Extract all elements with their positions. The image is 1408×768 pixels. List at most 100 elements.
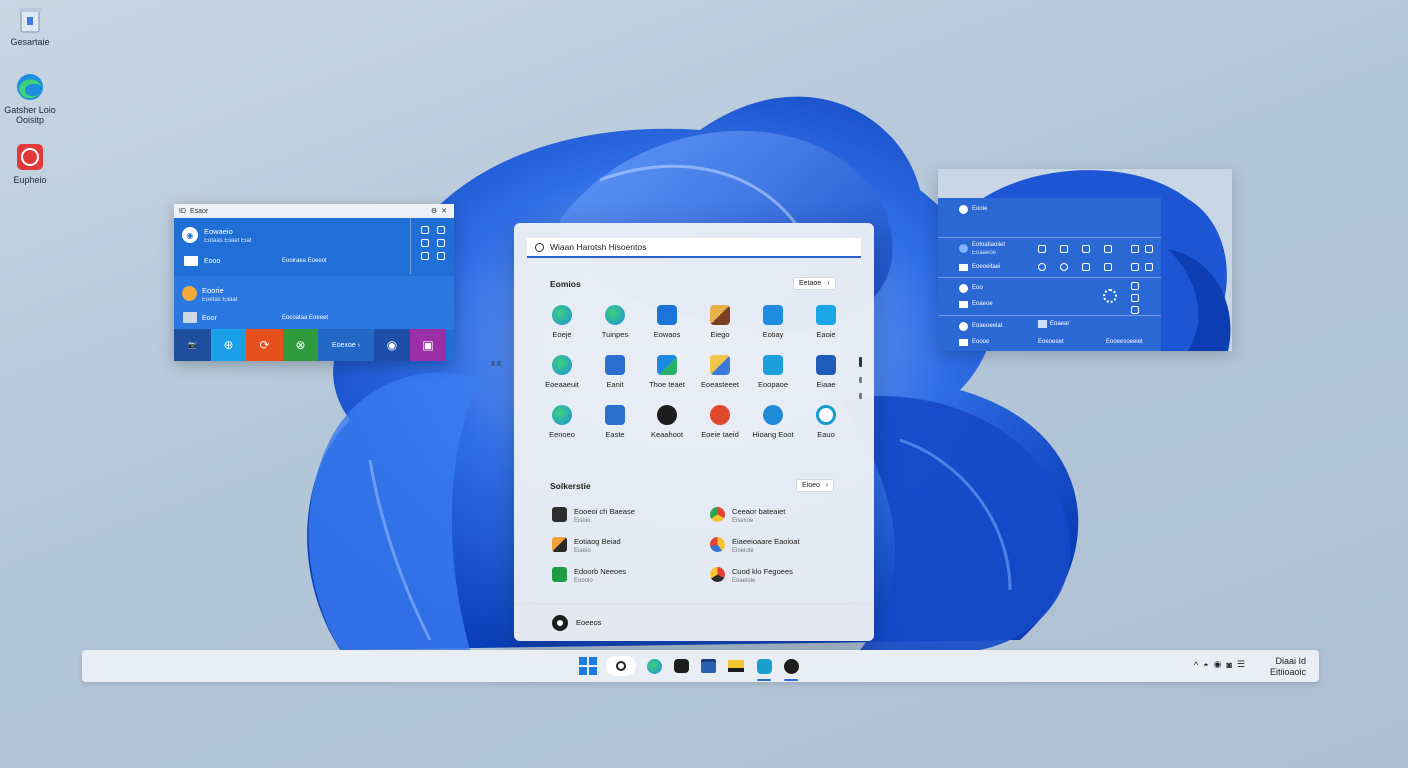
- network-icon[interactable]: ◓: [1203, 660, 1208, 670]
- right-window-row[interactable]: Eoo Eoaeoe: [938, 278, 1161, 316]
- settings-icon[interactable]: ⚙: [429, 207, 439, 215]
- maps-icon: [763, 405, 783, 425]
- file-icon: [552, 507, 567, 522]
- app-name: Eowaos: [653, 330, 681, 339]
- recommended-item[interactable]: Eotiaog Beiad Eiaeio: [552, 537, 621, 554]
- recommended-item[interactable]: Eiaeeioaare Eaoioat Eioeiote: [710, 537, 800, 554]
- office-icon: [710, 355, 730, 375]
- folder-icon: [959, 339, 968, 346]
- copy-icon[interactable]: [421, 239, 429, 247]
- left-window[interactable]: ID Esaor ⚙ ✕ ◉ Eowaeio Eotaas Eiiaet Eia…: [174, 204, 454, 361]
- right-window[interactable]: Eooie Eotoatiaoiiet Eoaaeoe Eoeoeitaei E…: [938, 169, 1232, 351]
- tile-label[interactable]: Eoexoe ›: [318, 329, 374, 361]
- user-name[interactable]: Eoeeos: [576, 618, 601, 627]
- info-icon[interactable]: [421, 252, 429, 260]
- search-placeholder: Wiaan Harotsh Hisoentos: [550, 242, 647, 252]
- notification-icon[interactable]: ☰: [1237, 659, 1245, 670]
- tile-photos[interactable]: ▣: [410, 329, 446, 361]
- app-name: Eoeaaeuit: [545, 380, 579, 389]
- pinned-app[interactable]: Eoeje: [536, 305, 588, 339]
- search-input[interactable]: Wiaan Harotsh Hisoentos: [527, 238, 861, 258]
- taskbar-active-app[interactable]: [754, 656, 774, 681]
- tile-chat[interactable]: ◉: [374, 329, 410, 361]
- pinned-app[interactable]: Thoe teaet: [641, 355, 693, 389]
- pinned-app[interactable]: Easte: [589, 405, 641, 439]
- desktop-icon-recycle-bin[interactable]: Gesartaie: [4, 4, 56, 47]
- pinned-app[interactable]: Eoeasteeet: [694, 355, 746, 389]
- item-subtitle: Eoooio: [574, 578, 593, 584]
- tile-search[interactable]: ⊕: [211, 329, 246, 361]
- app-name: Eenoeo: [549, 430, 575, 439]
- app-name: Eaoie: [816, 330, 836, 339]
- volume-icon[interactable]: ◉: [1214, 659, 1222, 670]
- app-name: Tuinpes: [601, 330, 629, 339]
- user-avatar[interactable]: [552, 614, 568, 631]
- recommended-item[interactable]: Cuod klo Fegoees Eoaeioie: [710, 567, 793, 584]
- taskbar-chat[interactable]: [671, 656, 691, 676]
- edge-icon: [552, 305, 572, 325]
- tile-xbox[interactable]: ⊗: [283, 329, 318, 361]
- page-dots[interactable]: 8 8: [490, 359, 502, 371]
- mail-icon: [657, 305, 677, 325]
- pinned-app[interactable]: Eoeaaeuit: [536, 355, 588, 389]
- row-title: Eoaeoeeiat: [972, 323, 1003, 329]
- start-button[interactable]: [578, 656, 598, 676]
- pinned-app[interactable]: Keaahoot: [641, 405, 693, 439]
- pinned-app[interactable]: Eoopaoe: [747, 355, 799, 389]
- chrome-icon: [710, 507, 725, 522]
- desktop-icon-red-app[interactable]: Eupheio: [4, 142, 56, 185]
- action-icons: [1131, 263, 1153, 271]
- battery-icon[interactable]: ◙: [1226, 660, 1231, 670]
- taskbar-camera[interactable]: [781, 656, 801, 681]
- taskbar-file-explorer[interactable]: [726, 656, 746, 676]
- pinned-app[interactable]: Eiaae: [800, 355, 852, 389]
- tile-refresh[interactable]: ⟳: [246, 329, 283, 361]
- pinned-app[interactable]: Hioang Eoot: [747, 405, 799, 439]
- close-icon[interactable]: ✕: [439, 207, 449, 215]
- pinned-app[interactable]: Tuinpes: [589, 305, 641, 339]
- taskbar-clock[interactable]: Diaai Id Eitiioaoic: [1270, 656, 1306, 678]
- spreadsheet-icon: [552, 567, 567, 582]
- share-icon[interactable]: [437, 226, 445, 234]
- item-subtitle: Eisexoe: [732, 518, 754, 524]
- pinned-heading: Eomios: [550, 279, 581, 289]
- row-title[interactable]: Eooo: [204, 258, 220, 265]
- mail-icon: [605, 355, 625, 375]
- office-icon: [552, 537, 567, 552]
- recommended-item[interactable]: Ceeaor bateaiet Eisexoe: [710, 507, 785, 524]
- right-window-row[interactable]: Eotoatiaoiiet Eoaaeoe Eoeoeitaei: [938, 238, 1161, 278]
- tile-label-text: Eoexoe: [331, 341, 356, 349]
- app-name: Hioang Eoot: [752, 430, 794, 439]
- row-title[interactable]: Eoor: [202, 315, 217, 322]
- pinned-app[interactable]: Eauo: [800, 405, 852, 439]
- pinned-app[interactable]: Eenoeo: [536, 405, 588, 439]
- left-window-titlebar[interactable]: ID Esaor ⚙ ✕: [174, 204, 454, 218]
- mail-icon[interactable]: [437, 239, 445, 247]
- taskbar-edge[interactable]: [644, 656, 664, 676]
- pinned-app[interactable]: Eanit: [589, 355, 641, 389]
- pinned-app[interactable]: Eowaos: [641, 305, 693, 339]
- app-name: Eoeje: [552, 330, 572, 339]
- scroll-indicator[interactable]: [859, 357, 862, 399]
- chevron-up-icon[interactable]: ^: [1194, 660, 1198, 670]
- all-apps-button[interactable]: Eetaoe ›: [793, 277, 836, 290]
- left-window-main-pane: ◉ Eowaeio Eotaas Eiiaet Eiaf Eooo Eooira…: [174, 218, 411, 274]
- pinned-app[interactable]: Eotiay: [747, 305, 799, 339]
- more-button[interactable]: Eioeo ›: [796, 479, 835, 492]
- delete-icon[interactable]: [437, 252, 445, 260]
- store-icon: [816, 305, 836, 325]
- desktop-icon-edge[interactable]: Gatsher Loio Ooisitp: [4, 72, 56, 125]
- recommended-item[interactable]: Edoorb Neeoes Eoooio: [552, 567, 626, 584]
- taskbar-search-button[interactable]: [606, 656, 636, 676]
- camera-icon: [783, 658, 799, 674]
- pinned-app[interactable]: Eaoie: [800, 305, 852, 339]
- tile-camera[interactable]: 📷: [174, 329, 211, 361]
- right-window-row[interactable]: Eoaeoeeiat Eoaear Eoooe Eoeoeeet Eooeeso…: [938, 316, 1161, 351]
- pin-icon[interactable]: [421, 226, 429, 234]
- taskbar-store[interactable]: [698, 656, 718, 676]
- recommended-item[interactable]: Eooeoi ch Baease Eisoio: [552, 507, 635, 524]
- pinned-app[interactable]: Eiego: [694, 305, 746, 339]
- pinned-app[interactable]: Eoeie taeid: [694, 405, 746, 439]
- right-window-row[interactable]: Eooie: [938, 198, 1161, 238]
- app-name: Eiaae: [816, 380, 836, 389]
